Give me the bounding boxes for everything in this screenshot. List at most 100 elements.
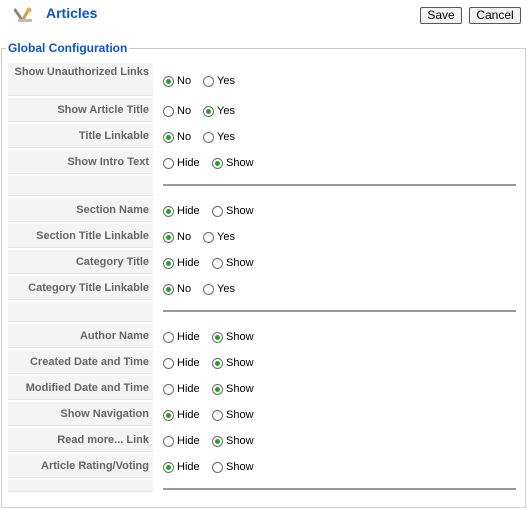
radio-unselected-icon[interactable]	[212, 461, 223, 473]
save-button[interactable]: Save	[420, 7, 462, 24]
radio-option[interactable]: Hide	[163, 257, 200, 269]
radio-option-label: Hide	[177, 205, 200, 217]
section-separator	[8, 302, 522, 322]
radio-selected-icon[interactable]	[212, 357, 223, 369]
radio-option[interactable]: Show	[212, 331, 254, 343]
radio-option[interactable]: Show	[212, 461, 254, 473]
setting-row: Show Navigation Hide Show	[8, 402, 522, 426]
separator-label-cell	[8, 176, 153, 196]
radio-selected-icon[interactable]	[212, 383, 223, 395]
setting-row: Author Name Hide Show	[8, 324, 522, 348]
radio-option[interactable]: Hide	[163, 435, 200, 447]
setting-row: Article Rating/Voting Hide Show	[8, 454, 522, 478]
radio-option-label: Hide	[177, 435, 200, 447]
radio-option[interactable]: Show	[212, 435, 254, 447]
radio-option[interactable]: Yes	[203, 131, 235, 143]
setting-label: Section Title Linkable	[8, 224, 153, 248]
radio-option-label: Yes	[217, 231, 235, 243]
radio-unselected-icon[interactable]	[203, 131, 214, 143]
radio-option[interactable]: Show	[212, 409, 254, 421]
setting-label: Category Title	[8, 250, 153, 274]
radio-option-label: Yes	[217, 131, 235, 143]
radio-option[interactable]: No	[163, 283, 191, 295]
radio-option[interactable]: No	[163, 75, 191, 87]
radio-selected-icon[interactable]	[163, 231, 174, 243]
setting-row: Created Date and Time Hide Show	[8, 350, 522, 374]
radio-selected-icon[interactable]	[163, 283, 174, 295]
radio-option-label: Show	[226, 257, 254, 269]
radio-option[interactable]: Show	[212, 357, 254, 369]
radio-unselected-icon[interactable]	[212, 257, 223, 269]
radio-option[interactable]: Yes	[203, 231, 235, 243]
articles-icon	[13, 5, 36, 25]
radio-option[interactable]: No	[163, 131, 191, 143]
radio-option[interactable]: Show	[212, 383, 254, 395]
radio-option-label: Hide	[177, 257, 200, 269]
radio-unselected-icon[interactable]	[163, 157, 174, 169]
toolbar-header: Articles Save Cancel	[0, 0, 529, 30]
radio-unselected-icon[interactable]	[163, 331, 174, 343]
separator-label-cell	[8, 480, 153, 492]
setting-row: Title Linkable No Yes	[8, 124, 522, 148]
radio-unselected-icon[interactable]	[163, 435, 174, 447]
radio-option[interactable]: No	[163, 105, 191, 117]
radio-option[interactable]: Show	[212, 157, 254, 169]
radio-option-label: No	[177, 105, 192, 117]
radio-selected-icon[interactable]	[212, 435, 223, 447]
setting-label: Show Article Title	[8, 98, 153, 122]
cancel-button[interactable]: Cancel	[469, 7, 521, 24]
radio-selected-icon[interactable]	[163, 205, 174, 217]
setting-label: Created Date and Time	[8, 350, 153, 374]
radio-option[interactable]: Hide	[163, 205, 200, 217]
radio-unselected-icon[interactable]	[212, 205, 223, 217]
radio-option[interactable]: Show	[212, 205, 254, 217]
radio-option-label: Yes	[217, 75, 235, 87]
fieldset-legend: Global Configuration	[6, 41, 130, 55]
separator-line	[163, 184, 516, 186]
radio-selected-icon[interactable]	[163, 75, 174, 87]
setting-label: Show Intro Text	[8, 150, 153, 174]
radio-selected-icon[interactable]	[163, 131, 174, 143]
radio-option-label: Show	[226, 409, 254, 421]
radio-selected-icon[interactable]	[212, 331, 223, 343]
radio-option-label: No	[177, 283, 192, 295]
setting-label: Author Name	[8, 324, 153, 348]
setting-row: Show Unauthorized Links No Yes	[8, 63, 522, 96]
radio-option[interactable]: Yes	[203, 283, 235, 295]
setting-label: Title Linkable	[8, 124, 153, 148]
radio-unselected-icon[interactable]	[203, 231, 214, 243]
radio-option[interactable]: Hide	[163, 461, 200, 473]
radio-option-label: Show	[226, 461, 254, 473]
radio-option-label: Hide	[177, 383, 200, 395]
radio-option[interactable]: No	[163, 231, 191, 243]
setting-row: Section Title Linkable No Yes	[8, 224, 522, 248]
radio-option-label: Show	[226, 383, 254, 395]
setting-row: Show Article Title No Yes	[8, 98, 522, 122]
radio-selected-icon[interactable]	[163, 409, 174, 421]
radio-unselected-icon[interactable]	[163, 105, 174, 117]
radio-option[interactable]: Hide	[163, 357, 200, 369]
setting-label: Article Rating/Voting	[8, 454, 153, 478]
radio-unselected-icon[interactable]	[163, 357, 174, 369]
radio-selected-icon[interactable]	[212, 157, 223, 169]
radio-option-label: No	[177, 131, 192, 143]
radio-option[interactable]: Hide	[163, 331, 200, 343]
radio-selected-icon[interactable]	[163, 257, 174, 269]
radio-unselected-icon[interactable]	[203, 283, 214, 295]
radio-option[interactable]: Hide	[163, 409, 200, 421]
page-title: Articles	[46, 5, 98, 21]
radio-option[interactable]: Hide	[163, 157, 200, 169]
radio-option-label: Show	[226, 357, 254, 369]
radio-selected-icon[interactable]	[203, 105, 214, 117]
radio-option[interactable]: Yes	[203, 75, 235, 87]
radio-option[interactable]: Show	[212, 257, 254, 269]
radio-option[interactable]: Hide	[163, 383, 200, 395]
radio-option-label: Yes	[217, 105, 235, 117]
radio-unselected-icon[interactable]	[203, 75, 214, 87]
radio-unselected-icon[interactable]	[163, 383, 174, 395]
radio-unselected-icon[interactable]	[212, 409, 223, 421]
setting-label: Show Navigation	[8, 402, 153, 426]
radio-selected-icon[interactable]	[163, 461, 174, 473]
radio-option-label: Hide	[177, 409, 200, 421]
radio-option[interactable]: Yes	[203, 105, 235, 117]
